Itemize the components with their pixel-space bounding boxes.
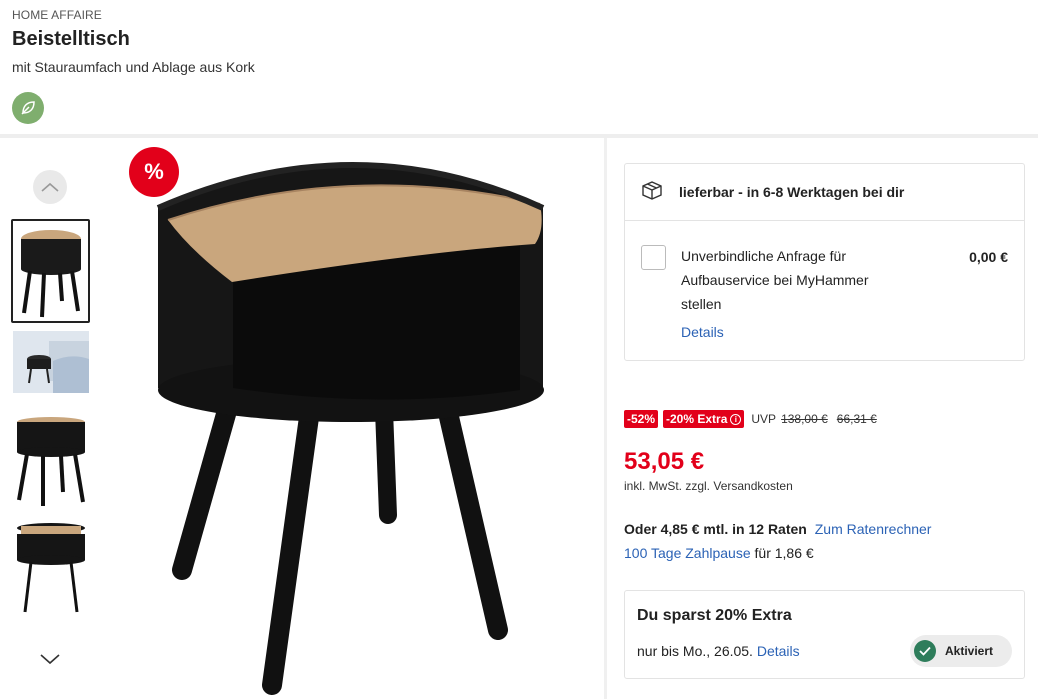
extra-discount-label: -20% Extra [666, 412, 728, 426]
chevron-up-icon[interactable] [33, 170, 67, 204]
package-icon [641, 180, 663, 205]
header-divider [0, 134, 1038, 138]
payment-pause-text: für 1,86 € [750, 545, 814, 561]
brand-name[interactable]: HOME AFFAIRE [12, 8, 102, 22]
thumbnail-2[interactable] [11, 326, 90, 398]
service-details-link[interactable]: Details [681, 324, 724, 340]
activated-toggle[interactable]: Aktiviert [910, 635, 1012, 667]
service-checkbox[interactable] [641, 245, 666, 270]
service-price: 0,00 € [969, 249, 1008, 265]
main-product-image[interactable] [120, 140, 590, 696]
tax-note: inkl. MwSt. zzgl. Versandkosten [624, 479, 793, 493]
extra-discount-box: Du sparst 20% Extra nur bis Mo., 26.05. … [624, 590, 1025, 679]
uvp-price: 138,00 € [781, 412, 828, 426]
current-price: 53,05 € [624, 448, 705, 475]
price-tags: -52% -20% Extra i UVP 138,00 € 66,31 € [624, 410, 877, 428]
thumbnail-4[interactable] [11, 516, 90, 620]
sustainability-leaf-icon[interactable] [12, 92, 44, 124]
installment-info: Oder 4,85 € mtl. in 12 Raten Zum Ratenre… [624, 521, 931, 537]
extra-discount-tag[interactable]: -20% Extra i [663, 410, 745, 428]
info-icon[interactable]: i [730, 413, 742, 425]
checkmark-icon [914, 640, 936, 662]
tax-note-text[interactable]: inkl. MwSt. zzgl. Versandkosten [624, 479, 793, 493]
discount-tag: -52% [624, 410, 659, 428]
delivery-row: lieferbar - in 6-8 Werktagen bei dir [625, 164, 1024, 221]
discount-tag-label: -52% [627, 412, 656, 426]
extra-discount-validity: nur bis Mo., 26.05. Details [637, 643, 800, 659]
thumbnail-1[interactable] [11, 219, 90, 323]
rate-calculator-link[interactable]: Zum Ratenrechner [815, 521, 932, 537]
thumbnail-strip [0, 138, 100, 699]
chevron-down-icon[interactable] [37, 646, 63, 672]
installment-text: Oder 4,85 € mtl. in 12 Raten [624, 521, 807, 537]
thumbnail-3[interactable] [11, 408, 90, 512]
delivery-status: lieferbar - in 6-8 Werktagen bei dir [679, 184, 905, 200]
payment-pause-info: 100 Tage Zahlpause für 1,86 € [624, 545, 814, 561]
payment-pause-link[interactable]: 100 Tage Zahlpause [624, 545, 751, 561]
product-title: Beistelltisch [12, 28, 130, 50]
product-subtitle: mit Stauraumfach und Ablage aus Kork [12, 59, 255, 75]
validity-text: nur bis Mo., 26.05. [637, 643, 753, 659]
extra-details-link[interactable]: Details [757, 643, 800, 659]
column-divider [604, 138, 607, 699]
uvp-label: UVP [751, 412, 777, 426]
activated-label: Aktiviert [945, 644, 994, 658]
old-price: 66,31 € [836, 412, 877, 426]
extra-discount-title: Du sparst 20% Extra [637, 607, 792, 624]
sale-badge: % [129, 147, 179, 197]
delivery-service-box: lieferbar - in 6-8 Werktagen bei dir Unv… [624, 163, 1025, 361]
service-description: Unverbindliche Anfrage für Aufbauservice… [681, 248, 869, 312]
